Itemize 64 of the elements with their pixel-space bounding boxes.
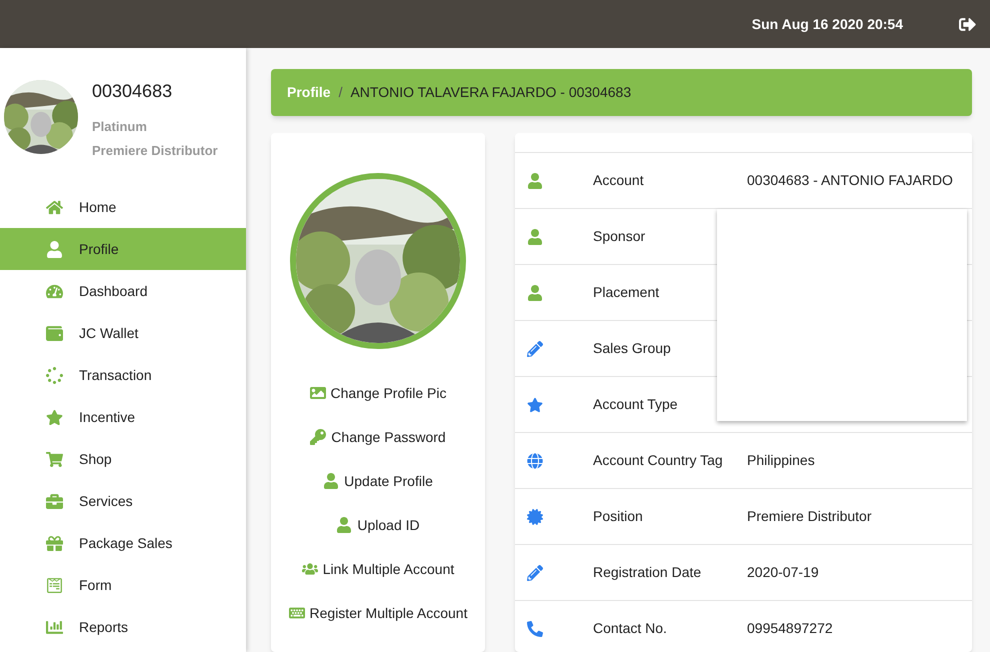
pencil-icon [527, 564, 543, 580]
sidebar-item[interactable]: Services [0, 480, 246, 522]
sidebar-item[interactable]: Shop [0, 438, 246, 480]
detail-label: Account Type [593, 395, 679, 414]
keyboard-icon [288, 605, 305, 621]
breadcrumb-separator: / [338, 83, 342, 102]
home-icon [46, 198, 63, 216]
user-icon [527, 228, 543, 244]
logout-icon[interactable] [959, 16, 976, 32]
user-icon [323, 473, 340, 489]
detail-value: 09954897272 [747, 619, 833, 638]
sidebar-item[interactable]: Transaction [0, 354, 246, 396]
briefcase-icon [46, 492, 63, 510]
sidebar-item[interactable]: JC Wallet [0, 312, 246, 354]
detail-label: Account Country Tag [593, 451, 724, 470]
sidebar-item[interactable]: Dashboard [0, 270, 246, 312]
profile-action-link[interactable]: Update Profile [323, 459, 433, 503]
spinner-icon [46, 366, 63, 384]
detail-label: Placement [593, 283, 660, 302]
cart-icon [46, 450, 63, 468]
user-icon [46, 240, 63, 258]
detail-value: Premiere Distributor [747, 507, 872, 526]
user-rank: Platinum [92, 118, 148, 136]
profile-action-link[interactable]: Change Password [310, 415, 446, 459]
sidebar-item[interactable]: Package Sales [0, 522, 246, 564]
sidebar-item[interactable]: Incentive [0, 396, 246, 438]
profile-action-link[interactable]: Upload ID [336, 503, 420, 547]
badge-icon [527, 508, 543, 524]
detail-value: Philippines [747, 451, 815, 470]
detail-label: Position [593, 507, 644, 526]
user-id: 00304683 [92, 80, 174, 103]
key-icon [310, 429, 326, 445]
star-icon [46, 408, 63, 426]
date-time: Sun Aug 16 2020 20:54 [752, 14, 903, 34]
user-icon [527, 284, 543, 300]
sidebar-item[interactable]: Home [0, 186, 246, 228]
detail-label: Registration Date [593, 563, 702, 582]
user-icon [527, 172, 543, 188]
detail-label: Contact No. [593, 619, 668, 638]
users-icon [302, 561, 318, 577]
detail-label: Account [593, 171, 645, 190]
profile-action-link[interactable]: Change Profile Pic [310, 371, 446, 415]
bar-chart-icon [46, 618, 63, 636]
image-icon [310, 385, 326, 401]
user-title: Premiere Distributor [92, 142, 218, 160]
detail-label: Sponsor [593, 227, 646, 246]
detail-value: 2020-07-19 [747, 563, 819, 582]
breadcrumb-current: ANTONIO TALAVERA FAJARDO - 00304683 [350, 83, 632, 102]
detail-label: Sales Group [593, 339, 672, 358]
profile-action-link[interactable]: Link Multiple Account [302, 547, 454, 591]
form-icon [46, 576, 63, 594]
sidebar-item[interactable]: Form [0, 564, 246, 606]
star-icon [527, 396, 543, 412]
profile-action-link[interactable]: Register Multiple Account [288, 591, 468, 635]
gift-icon [46, 534, 63, 552]
pencil-icon [527, 340, 543, 356]
globe-icon [527, 452, 543, 468]
wallet-icon [46, 324, 63, 342]
user-icon [336, 517, 352, 533]
sidebar-item[interactable]: Profile [0, 228, 246, 270]
gauge-icon [46, 282, 63, 300]
phone-icon [527, 620, 543, 636]
detail-value: 00304683 - ANTONIO FAJARDO [747, 171, 953, 190]
sidebar-item[interactable]: Reports [0, 606, 246, 648]
